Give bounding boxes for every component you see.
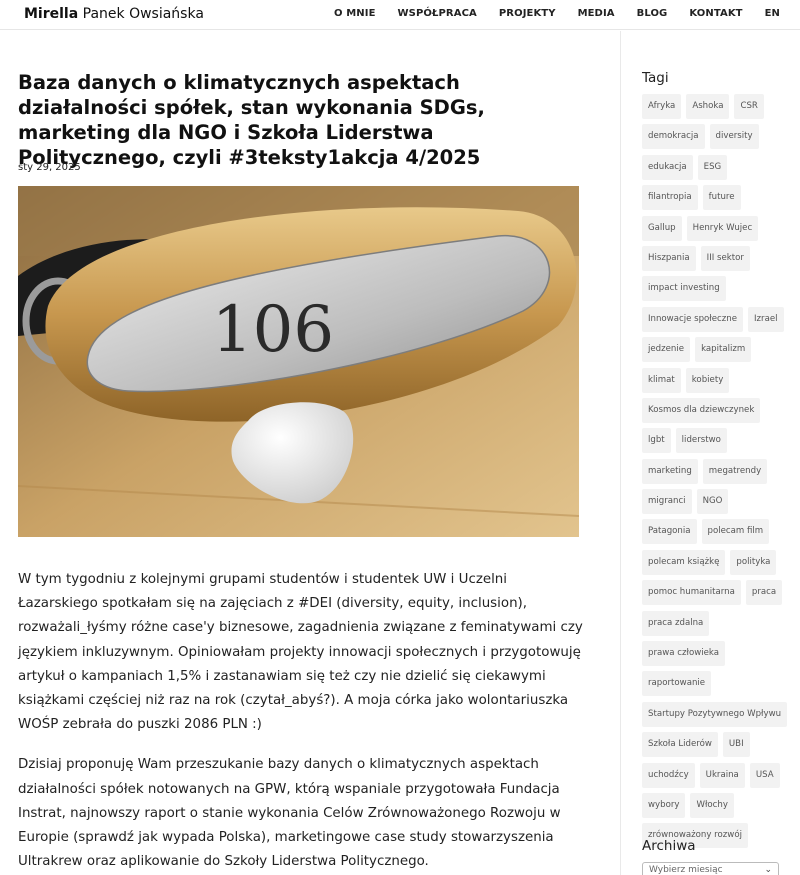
tag-link[interactable]: Hiszpania (642, 245, 696, 271)
tag-link[interactable]: megatrendy (702, 458, 768, 484)
nav-item-language-en[interactable]: EN (765, 8, 780, 19)
tag-link[interactable]: polecam książkę (642, 549, 726, 575)
tag-link[interactable]: Ukraina (699, 762, 745, 788)
tag-link[interactable]: polecam film (701, 519, 770, 545)
tag-link[interactable]: USA (749, 762, 780, 788)
tag-link[interactable]: filantropia (642, 185, 698, 211)
tag-link[interactable]: Gallup (642, 215, 682, 241)
post-title: Baza danych o klimatycznych aspektach dz… (18, 71, 485, 169)
tag-link[interactable]: impact investing (642, 276, 726, 302)
tag-link[interactable]: kapitalizm (695, 337, 752, 363)
post-featured-image: 106 (18, 186, 579, 537)
tag-link[interactable]: prawa człowieka (642, 641, 726, 667)
tag-link[interactable]: Afryka (642, 94, 682, 119)
tag-link[interactable]: jedzenie (642, 337, 691, 363)
tag-link[interactable]: Innowacje społeczne (642, 306, 744, 332)
chevron-down-icon: ⌄ (764, 865, 772, 875)
tag-link[interactable]: NGO (696, 489, 729, 515)
tag-link[interactable]: demokracja (642, 124, 705, 150)
post-paragraph: W tym tygodniu z kolejnymi grupami stude… (18, 572, 583, 733)
archive-widget-title: Archiwa (642, 838, 696, 854)
tag-link[interactable]: klimat (642, 367, 681, 393)
tag-link[interactable]: III sektor (700, 245, 750, 271)
tag-link[interactable]: raportowanie (642, 671, 712, 697)
room-key-photo: 106 (18, 186, 579, 537)
key-number-label: 106 (212, 293, 334, 367)
tag-link[interactable]: future (702, 185, 741, 211)
tag-link[interactable]: kobiety (685, 367, 730, 393)
tag-cloud: Afryka Ashoka CSR demokracja diversity edukac… (642, 94, 790, 854)
tag-link[interactable]: polityka (730, 549, 777, 575)
tag-link[interactable]: praca (745, 580, 783, 606)
tag-link[interactable]: uchodźcy (642, 762, 695, 788)
tags-widget-title: Tagi (642, 70, 669, 86)
tag-link[interactable]: Włochy (690, 792, 734, 818)
tag-link[interactable]: Henryk Wujec (686, 215, 759, 241)
nav-item-kontakt[interactable]: KONTAKT (689, 8, 742, 19)
tag-link[interactable]: CSR (734, 94, 764, 119)
nav-item-wspolpraca[interactable]: WSPÓŁPRACA (398, 8, 477, 19)
tag-link[interactable]: praca zdalna (642, 610, 710, 636)
post-date: sty 29, 2025 (18, 162, 81, 173)
site-logo[interactable]: Mirella Panek Owsiańska (24, 6, 204, 22)
tag-link[interactable]: wybory (642, 792, 686, 818)
tag-link[interactable]: Startupy Pozytywnego Wpływu (642, 701, 788, 727)
post-content: W tym tygodniu z kolejnymi grupami stude… (18, 568, 588, 875)
sidebar-divider (620, 31, 621, 875)
logo-first-name[interactable]: Mirella (24, 6, 78, 22)
tag-link[interactable]: Izrael (748, 306, 784, 332)
tag-link[interactable]: marketing (642, 458, 698, 484)
tag-link[interactable]: Ashoka (686, 94, 730, 119)
tag-link[interactable]: pomoc humanitarna (642, 580, 741, 606)
tag-link[interactable]: Patagonia (642, 519, 697, 545)
main-nav: O MNIE WSPÓŁPRACA PROJEKTY MEDIA BLOG KO… (312, 8, 780, 19)
logo-last-name[interactable]: Panek Owsiańska (78, 6, 204, 22)
tag-link[interactable]: lgbt (642, 428, 671, 454)
tag-link[interactable]: liderstwo (675, 428, 727, 454)
archive-month-select[interactable]: Wybierz miesiąc ⌄ (642, 862, 779, 875)
nav-item-projekty[interactable]: PROJEKTY (499, 8, 556, 19)
tag-link[interactable]: Kosmos dla dziewczynek (642, 397, 761, 423)
site-header: Mirella Panek Owsiańska O MNIE WSPÓŁPRAC… (0, 0, 800, 30)
tag-link[interactable]: edukacja (642, 154, 693, 180)
tag-link[interactable]: Szkoła Liderów (642, 732, 718, 758)
tag-link[interactable]: diversity (709, 124, 759, 150)
archive-select-value: Wybierz miesiąc (649, 865, 723, 875)
nav-item-media[interactable]: MEDIA (578, 8, 615, 19)
nav-item-o-mnie[interactable]: O MNIE (334, 8, 375, 19)
post-paragraph: Dzisiaj proponuję Wam przeszukanie bazy … (18, 757, 561, 870)
tag-link[interactable]: migranci (642, 489, 692, 515)
nav-item-blog[interactable]: BLOG (637, 8, 668, 19)
tag-link[interactable]: ESG (697, 154, 728, 180)
tag-link[interactable]: UBI (722, 732, 750, 758)
